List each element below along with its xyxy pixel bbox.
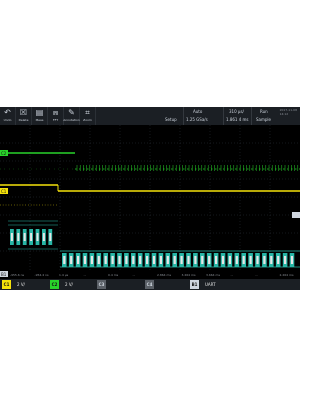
meas-button[interactable]: ▤ Meas [32, 107, 48, 125]
toolbar-label: Delete [18, 118, 29, 122]
time-tick-label: ... [84, 273, 87, 277]
setup-button[interactable]: Setup [165, 117, 177, 122]
channel-3-tag: C3 [97, 280, 106, 289]
time-tick-label: 2.864 ms [157, 273, 171, 277]
acquisition-header: Setup Auto 1.25 GSa/s 310 µs/ 1.861 4 ms… [145, 107, 300, 125]
time-tick-label: 3.664 ms [206, 273, 220, 277]
trash-icon: ☒ [19, 108, 28, 117]
channel-4-box[interactable]: C4 [145, 280, 154, 289]
time-tick-label: 1.4 µs [59, 273, 69, 277]
time-axis: -955.6 ns -954.4 ns 1.4 µs... 0.4 ms... 2.86… [10, 273, 294, 277]
oscilloscope-screen: ↶ Undo ☒ Delete ▤ Meas ⩎ FFT ✎ Annotatio… [0, 107, 300, 290]
bus-protocol: UART [205, 282, 216, 287]
waveform-grid: C2 C1 B1 -955.6 ns -954.4 ns 1.4 µs... 0.4 … [0, 125, 300, 277]
run-state[interactable]: Run [260, 109, 268, 114]
toolbar-label: Zoom [83, 118, 92, 122]
fft-button[interactable]: ⩎ FFT [48, 107, 64, 125]
toolbar-label: Annotation [63, 118, 80, 122]
svg-text:C1: C1 [1, 189, 7, 194]
record-length: 1.861 4 ms [226, 117, 249, 122]
channel-1-box[interactable]: C1 2 V/ [2, 280, 25, 289]
undo-button[interactable]: ↶ Undo [0, 107, 16, 125]
channel-3-box[interactable]: C3 [97, 280, 106, 289]
time-tick-label: -955.6 ns [10, 273, 25, 277]
channel-bar: C1 2 V/ C2 2 V/ C3 C4 B1 UART [0, 279, 300, 290]
zoom-icon: ⌗ [85, 108, 90, 117]
toolbar: ↶ Undo ☒ Delete ▤ Meas ⩎ FFT ✎ Annotatio… [0, 107, 145, 125]
bus-marker-right [292, 212, 300, 218]
toolbar-label: Undo [3, 118, 12, 122]
time-per-div[interactable]: 310 µs/ [229, 109, 244, 114]
time-tick-label: ... [231, 273, 234, 277]
toolbar-label: FFT [52, 118, 59, 122]
uart-bus-segment-a [8, 220, 58, 250]
clock-time: 14:12 [279, 112, 289, 116]
pen-icon: ✎ [68, 108, 75, 117]
zoom-button[interactable]: ⌗ Zoom [80, 107, 96, 125]
time-tick-label: 3.264 ms [182, 273, 196, 277]
channel-4-tag: C4 [145, 280, 154, 289]
fft-icon: ⩎ [53, 108, 58, 117]
time-tick-label: -954.4 ns [35, 273, 50, 277]
clock: 2017-11-08 14:12 [280, 108, 297, 116]
bus-tag: B1 [190, 280, 199, 289]
time-tick-label: ... [255, 273, 258, 277]
time-tick-label: ... [133, 273, 136, 277]
delete-button[interactable]: ☒ Delete [16, 107, 32, 125]
channel-1-tag: C1 [2, 280, 11, 289]
uart-bus-segment-b [60, 250, 300, 268]
channel-markers: C2 C1 B1 [0, 150, 8, 277]
trigger-mode[interactable]: Auto [193, 109, 202, 114]
channel-2-box[interactable]: C2 2 V/ [50, 280, 73, 289]
annotation-button[interactable]: ✎ Annotation [63, 107, 80, 125]
channel-2-scale: 2 V/ [65, 282, 73, 287]
ruler-icon: ▤ [35, 108, 44, 117]
sample-rate: 1.25 GSa/s [186, 117, 208, 122]
undo-icon: ↶ [4, 108, 11, 117]
svg-text:C2: C2 [1, 151, 7, 156]
channel-1-scale: 2 V/ [17, 282, 25, 287]
toolbar-label: Meas [35, 118, 44, 122]
bus-box[interactable]: B1 UART [190, 280, 216, 289]
acquisition-mode[interactable]: Sample [256, 117, 271, 122]
svg-text:B1: B1 [1, 272, 7, 277]
time-tick-label: 0.4 ms [108, 273, 119, 277]
channel-2-tag: C2 [50, 280, 59, 289]
time-tick-label: 2.264 ms [280, 273, 294, 277]
